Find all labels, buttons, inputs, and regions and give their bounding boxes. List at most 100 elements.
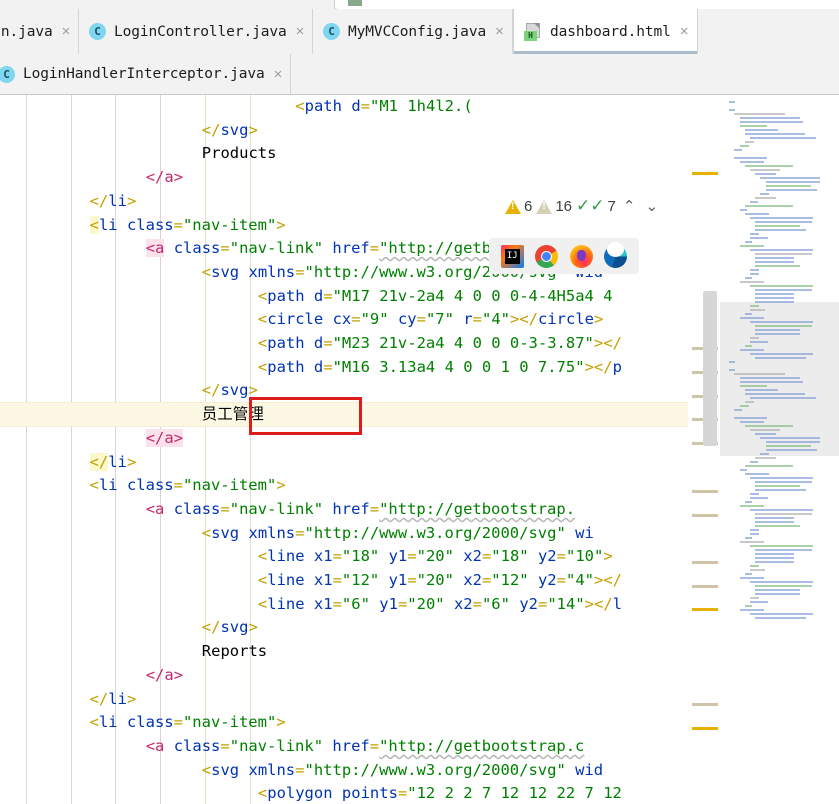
code-token: "nav-item" — [183, 476, 276, 494]
error-stripe-marker[interactable] — [692, 703, 718, 706]
error-stripe-gutter[interactable] — [688, 95, 720, 804]
minimap-line — [755, 521, 794, 523]
minimap-line — [745, 537, 753, 539]
code-minimap[interactable] — [720, 95, 839, 804]
code-token — [454, 571, 463, 589]
minimap-line — [750, 613, 813, 615]
tab-close-icon[interactable]: × — [495, 24, 504, 39]
minimap-line — [745, 573, 753, 575]
code-token: = — [370, 737, 379, 755]
code-token: "20" — [407, 595, 444, 613]
minimap-line — [766, 181, 820, 183]
edge-icon[interactable] — [604, 245, 627, 268]
code-token: "4" — [482, 310, 510, 328]
minimap-line — [740, 405, 749, 407]
code-token: < — [258, 784, 267, 802]
code-token — [389, 310, 398, 328]
code-token: = — [333, 595, 342, 613]
editor-tab-tion-java[interactable]: tion.java× — [0, 9, 79, 54]
minimap-line — [755, 433, 776, 435]
editor-tab-mymvcconfig-java[interactable]: CMyMVCConfig.java× — [313, 9, 513, 54]
minimap-line — [755, 485, 800, 487]
code-token: = — [398, 784, 407, 802]
code-token: </ — [202, 618, 221, 636]
minimap-line — [734, 149, 742, 151]
code-token: circle — [267, 310, 323, 328]
java-class-icon: C — [323, 23, 340, 40]
vertical-scrollbar-thumb[interactable] — [703, 291, 717, 446]
tab-label: LoginHandlerInterceptor.java — [23, 66, 265, 82]
code-token: = — [220, 239, 229, 257]
code-token: l — [613, 595, 622, 613]
code-token: = — [295, 263, 304, 281]
code-token: class — [174, 737, 221, 755]
code-token: </ — [90, 690, 109, 708]
inspection-widget[interactable]: 6 16 ✓✓ 7 ⌃ ⌄ — [505, 198, 661, 215]
code-token: "12" — [342, 571, 379, 589]
code-token: "6" — [482, 595, 510, 613]
intellij-idea-icon[interactable] — [501, 245, 524, 268]
code-token: "nav-item" — [183, 713, 276, 731]
minimap-line — [740, 161, 764, 163]
code-token: </ — [146, 168, 165, 186]
minimap-line — [755, 525, 800, 527]
minimap-line — [729, 109, 735, 111]
firefox-icon[interactable] — [570, 245, 593, 268]
chrome-icon[interactable] — [535, 245, 558, 268]
error-stripe-marker[interactable] — [692, 561, 718, 564]
minimap-line — [745, 473, 769, 475]
code-token: = — [333, 547, 342, 565]
tab-close-icon[interactable]: × — [62, 24, 71, 39]
editor-tab-logincontroller-java[interactable]: CLoginController.java× — [79, 9, 313, 54]
code-editor[interactable]: <path d="M1 1h4l2.(</svg>Products</a></l… — [0, 95, 839, 804]
code-token: "M23 21v-2a4 4 0 0 0-3-3.87" — [333, 334, 594, 352]
code-token: = — [323, 334, 332, 352]
inspections-done-indicator[interactable]: ✓✓ 7 — [576, 198, 616, 215]
code-token: a — [164, 168, 173, 186]
code-token: x1 — [314, 571, 333, 589]
code-token: < — [202, 524, 211, 542]
error-stripe-marker[interactable] — [692, 585, 718, 588]
code-token: x1 — [314, 595, 333, 613]
minimap-line — [750, 597, 759, 599]
code-token: a — [164, 429, 173, 447]
code-token: path — [267, 358, 304, 376]
minimap-line — [750, 309, 765, 311]
code-token: line — [267, 595, 304, 613]
editor-tab-loginhandlerinterceptor-java[interactable]: CLoginHandlerInterceptor.java× — [0, 54, 291, 94]
code-token: = — [220, 737, 229, 755]
code-token — [379, 547, 388, 565]
code-token: < — [146, 239, 155, 257]
tab-close-icon[interactable]: × — [274, 67, 283, 82]
editor-tab-bar-row2: CLoginHandlerInterceptor.java× — [0, 54, 839, 95]
tab-close-icon[interactable]: × — [680, 24, 689, 39]
minimap-line — [750, 569, 765, 571]
next-problem-icon[interactable]: ⌄ — [642, 199, 661, 214]
code-token: "18" — [491, 547, 528, 565]
code-token: "nav-item" — [183, 216, 276, 234]
code-token — [323, 500, 332, 518]
minimap-line — [750, 341, 768, 343]
editor-tab-dashboard-html[interactable]: Hdashboard.html× — [513, 9, 698, 54]
error-stripe-marker[interactable] — [692, 727, 718, 730]
code-token: svg — [220, 121, 248, 139]
code-token: < — [202, 263, 211, 281]
previous-problem-icon[interactable]: ⌃ — [620, 199, 639, 214]
browser-preview-popup[interactable] — [489, 238, 639, 274]
code-token — [370, 595, 379, 613]
tab-close-icon[interactable]: × — [296, 24, 305, 39]
error-stripe-marker[interactable] — [692, 490, 718, 493]
warning-indicator[interactable]: 6 — [505, 198, 532, 215]
minimap-line — [745, 501, 753, 503]
error-stripe-marker[interactable] — [692, 514, 718, 517]
code-token: > — [174, 429, 183, 447]
code-token: = — [174, 476, 183, 494]
minimap-line — [755, 225, 800, 227]
code-token: "M17 21v-2a4 4 0 0 0-4-4H5a4 4 — [333, 287, 613, 305]
code-token: </ — [594, 595, 613, 613]
error-stripe-marker[interactable] — [692, 172, 718, 175]
minimap-line — [755, 585, 812, 587]
weak-warning-indicator[interactable]: 16 — [536, 198, 572, 215]
error-stripe-marker[interactable] — [692, 608, 718, 611]
minimap-line — [729, 101, 735, 103]
